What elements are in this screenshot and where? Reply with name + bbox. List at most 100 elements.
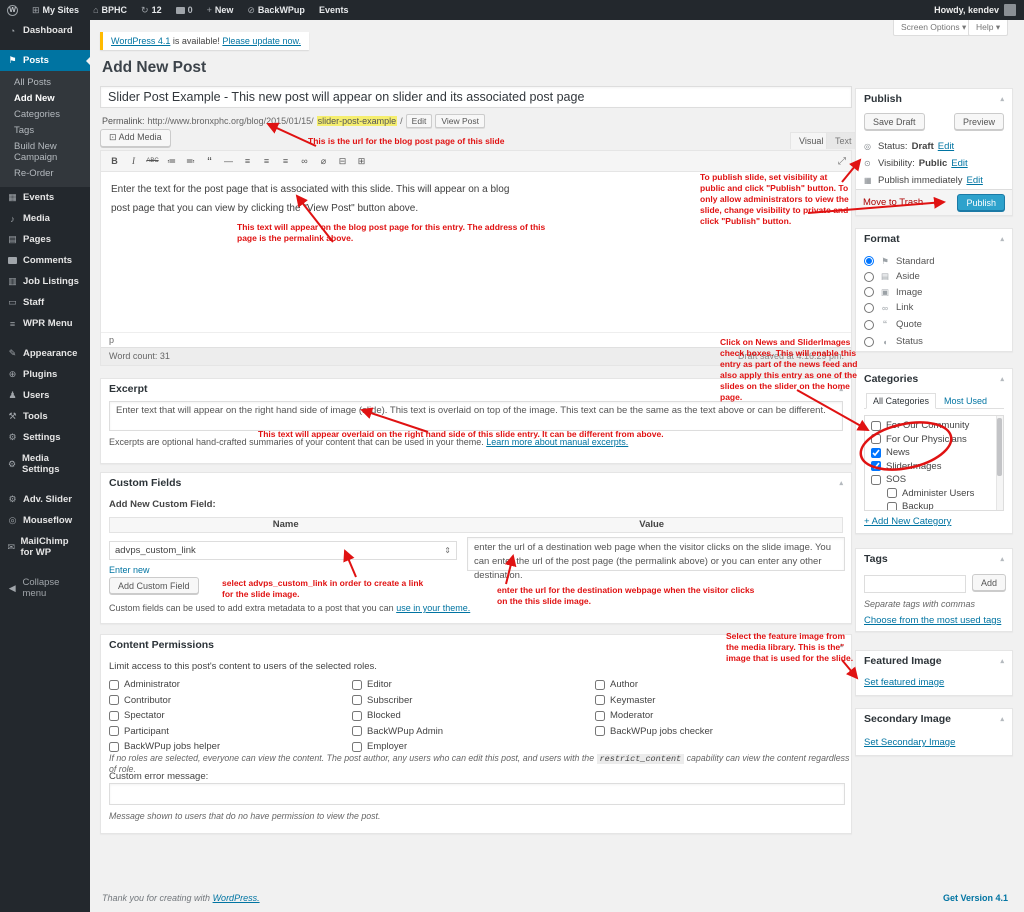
submenu-add-new[interactable]: Add New <box>0 90 90 106</box>
role-checkbox[interactable] <box>595 695 605 705</box>
category-row-sliderimages[interactable]: SliderImages <box>871 461 993 472</box>
sidebar-item-appearance[interactable]: ✎Appearance <box>0 343 90 364</box>
more-tag-icon[interactable]: ⊟ <box>334 154 351 169</box>
category-checkbox[interactable] <box>871 461 881 471</box>
publish-button[interactable]: Publish <box>957 194 1005 211</box>
category-row[interactable]: For Our Community <box>871 420 993 431</box>
collapse-menu-button[interactable]: ◀Collapse menu <box>0 572 90 604</box>
format-option-quote[interactable]: “Quote <box>864 318 1004 332</box>
scrollbar[interactable] <box>996 416 1003 510</box>
role-checkbox[interactable] <box>352 742 362 752</box>
sidebar-item-dashboard[interactable]: ◔Dashboard <box>0 20 90 41</box>
new-content-menu[interactable]: +New <box>200 0 241 20</box>
format-radio[interactable] <box>864 303 874 313</box>
sidebar-item-users[interactable]: ♟Users <box>0 385 90 406</box>
sidebar-item-staff[interactable]: ▭Staff <box>0 292 90 313</box>
update-now-link[interactable]: Please update now. <box>222 36 301 46</box>
choose-most-used-tags-link[interactable]: Choose from the most used tags <box>864 615 1001 626</box>
category-row[interactable]: For Our Physicians <box>871 434 993 445</box>
category-checkbox[interactable] <box>887 488 897 498</box>
role-checkbox[interactable] <box>352 711 362 721</box>
toggle-icon[interactable]: ▴ <box>1000 235 1004 243</box>
secondary-image-header[interactable]: Secondary Image▴ <box>856 709 1012 729</box>
toggle-icon[interactable]: ▴ <box>1000 555 1004 563</box>
submenu-build-new-campaign[interactable]: Build New Campaign <box>0 138 90 165</box>
my-sites-menu[interactable]: ⊞My Sites <box>25 0 86 20</box>
wordpress-link[interactable]: WordPress. <box>213 893 260 903</box>
preview-button[interactable]: Preview <box>954 113 1004 130</box>
enter-new-link[interactable]: Enter new <box>109 565 150 575</box>
screen-options-button[interactable]: Screen Options ▾ <box>893 20 974 36</box>
sidebar-item-wpr-menu[interactable]: ≡WPR Menu <box>0 313 90 334</box>
set-featured-image-link[interactable]: Set featured image <box>864 677 944 688</box>
fullscreen-icon[interactable]: ⤢ <box>838 156 846 167</box>
move-to-trash-link[interactable]: Move to Trash <box>863 197 923 208</box>
format-option-image[interactable]: ▣Image <box>864 287 1004 298</box>
tab-most-used[interactable]: Most Used <box>944 394 987 408</box>
custom-error-textarea[interactable] <box>109 783 845 805</box>
publish-header[interactable]: Publish▴ <box>856 89 1012 109</box>
italic-icon[interactable]: I <box>125 154 142 169</box>
toggle-icon[interactable]: ▴ <box>1000 375 1004 383</box>
edit-status-link[interactable]: Edit <box>938 141 954 152</box>
view-post-button[interactable]: View Post <box>435 114 485 128</box>
submenu-tags[interactable]: Tags <box>0 122 90 138</box>
align-center-icon[interactable]: ≡ <box>258 154 275 169</box>
featured-image-header[interactable]: Featured Image▴ <box>856 651 1012 671</box>
format-header[interactable]: Format▴ <box>856 229 1012 249</box>
align-left-icon[interactable]: ≡ <box>239 154 256 169</box>
toggle-icon[interactable]: ▴ <box>839 479 843 487</box>
sidebar-item-posts[interactable]: ⚑Posts <box>0 50 90 71</box>
excerpt-textarea[interactable]: Enter text that will appear on the right… <box>109 401 843 431</box>
add-custom-field-button[interactable]: Add Custom Field <box>109 577 199 594</box>
strikethrough-icon[interactable]: ABC <box>144 154 161 169</box>
format-radio[interactable] <box>864 287 874 297</box>
footer-version-link[interactable]: Get Version 4.1 <box>943 893 1008 903</box>
category-row-news[interactable]: News <box>871 447 993 458</box>
custom-field-value-textarea[interactable]: enter the url of a destination web page … <box>467 537 845 571</box>
format-radio[interactable] <box>864 320 874 330</box>
sidebar-item-pages[interactable]: ▤Pages <box>0 229 90 250</box>
categories-header[interactable]: Categories▴ <box>856 369 1012 389</box>
role-checkbox[interactable] <box>595 680 605 690</box>
category-checkbox[interactable] <box>871 475 881 485</box>
sidebar-item-media[interactable]: ♪Media <box>0 208 90 229</box>
role-checkbox[interactable] <box>109 711 119 721</box>
permalink-slug[interactable]: slider-post-example <box>317 116 398 126</box>
role-checkbox[interactable] <box>595 711 605 721</box>
category-checkbox[interactable] <box>871 434 881 444</box>
category-checkbox[interactable] <box>887 502 897 512</box>
submenu-re-order[interactable]: Re-Order <box>0 165 90 181</box>
scrollbar-thumb[interactable] <box>997 418 1002 476</box>
use-in-your-theme-link[interactable]: use in your theme. <box>396 603 470 613</box>
category-row[interactable]: Backup <box>887 501 993 511</box>
sidebar-item-events[interactable]: ▦Events <box>0 187 90 208</box>
toggle-icon[interactable]: ▴ <box>1000 657 1004 665</box>
sidebar-item-mouseflow[interactable]: ◎Mouseflow <box>0 510 90 531</box>
role-checkbox[interactable] <box>109 695 119 705</box>
role-checkbox[interactable] <box>109 726 119 736</box>
comments-menu[interactable]: 0 <box>169 0 200 20</box>
add-new-category-link[interactable]: + Add New Category <box>864 516 951 527</box>
format-option-aside[interactable]: ▤Aside <box>864 271 1004 282</box>
unlink-icon[interactable]: ⌀ <box>315 154 332 169</box>
format-option-standard[interactable]: ⚑Standard <box>864 256 1004 267</box>
updates-menu[interactable]: ↻12 <box>134 0 169 20</box>
sidebar-item-job-listings[interactable]: ▥Job Listings <box>0 271 90 292</box>
edit-visibility-link[interactable]: Edit <box>951 158 967 169</box>
role-checkbox[interactable] <box>109 742 119 752</box>
role-checkbox[interactable] <box>109 680 119 690</box>
numbered-list-icon[interactable]: ≕ <box>182 154 199 169</box>
category-row[interactable]: SOS <box>871 474 993 485</box>
toggle-icon[interactable]: ▴ <box>1000 95 1004 103</box>
backwpup-menu[interactable]: ⊘BackWPup <box>240 0 312 20</box>
category-checkbox[interactable] <box>871 421 881 431</box>
wp-logo-menu[interactable]: W <box>0 0 25 20</box>
role-checkbox[interactable] <box>352 680 362 690</box>
horizontal-rule-icon[interactable]: — <box>220 154 237 169</box>
tags-input[interactable] <box>864 575 966 593</box>
bold-icon[interactable]: B <box>106 154 123 169</box>
blockquote-icon[interactable]: “ <box>201 154 218 169</box>
role-checkbox[interactable] <box>352 726 362 736</box>
sidebar-item-adv-slider[interactable]: ⚙Adv. Slider <box>0 489 90 510</box>
